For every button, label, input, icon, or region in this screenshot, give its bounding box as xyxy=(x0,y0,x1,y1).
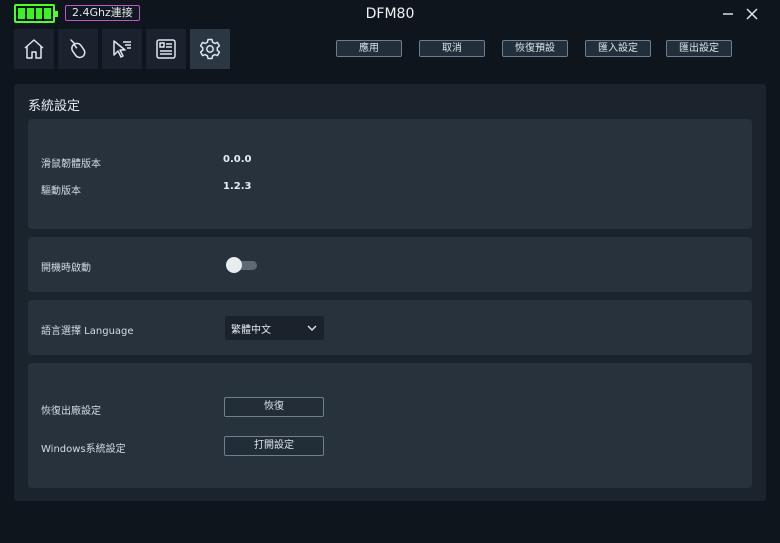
main-nav xyxy=(14,29,230,69)
nav-profile[interactable] xyxy=(146,29,186,69)
connection-badge: 2.4Ghz連接 xyxy=(65,5,140,21)
startup-card: 開機時啟動 xyxy=(28,237,752,292)
cursor-icon xyxy=(113,40,131,58)
nav-cursor[interactable] xyxy=(102,29,142,69)
factory-reset-button[interactable]: 恢復 xyxy=(224,397,324,417)
driver-value: 1.2.3 xyxy=(223,181,252,192)
nav-settings[interactable] xyxy=(190,29,230,69)
language-label: 語言選擇 Language xyxy=(41,326,134,337)
profile-card-icon xyxy=(156,39,176,59)
firmware-value: 0.0.0 xyxy=(223,154,252,165)
startup-toggle[interactable] xyxy=(226,257,259,273)
factory-reset-label: 恢復出廠設定 xyxy=(41,406,101,417)
version-card: 滑鼠韌體版本 0.0.0 驅動版本 1.2.3 xyxy=(28,119,752,229)
home-icon xyxy=(24,39,44,59)
reset-card: 恢復出廠設定 恢復 Windows系統設定 打開設定 xyxy=(28,363,752,488)
startup-label: 開機時啟動 xyxy=(41,263,91,274)
windows-settings-label: Windows系統設定 xyxy=(41,444,126,455)
battery-cell xyxy=(26,8,34,19)
language-selected-value: 繁體中文 xyxy=(231,325,271,336)
language-select[interactable]: 繁體中文 xyxy=(225,316,324,340)
firmware-label: 滑鼠韌體版本 xyxy=(41,159,101,170)
nav-mouse[interactable] xyxy=(58,29,98,69)
driver-label: 驅動版本 xyxy=(41,186,81,197)
settings-gear-icon xyxy=(199,38,221,60)
apply-button[interactable]: 應用 xyxy=(336,40,402,57)
battery-cell xyxy=(18,8,25,19)
toggle-knob xyxy=(226,257,242,273)
battery-indicator xyxy=(14,4,58,23)
restore-default-button[interactable]: 恢復預設 xyxy=(502,40,568,57)
action-bar: 應用 取消 恢復預設 匯入設定 匯出設定 xyxy=(336,40,732,57)
minimize-button[interactable] xyxy=(718,4,738,24)
battery-cell xyxy=(44,8,51,19)
nav-home[interactable] xyxy=(14,29,54,69)
cancel-button[interactable]: 取消 xyxy=(419,40,485,57)
panel-title: 系統設定 xyxy=(28,99,81,114)
app-window: 2.4Ghz連接 DFM80 應用 取消 恢復預設 匯入設定 匯出設定 系統設定… xyxy=(0,0,780,543)
open-windows-settings-button[interactable]: 打開設定 xyxy=(224,436,324,456)
minimize-icon xyxy=(723,13,733,15)
import-settings-button[interactable]: 匯入設定 xyxy=(585,40,651,57)
language-card: 語言選擇 Language 繁體中文 xyxy=(28,300,752,355)
chevron-down-icon xyxy=(307,325,317,331)
close-button[interactable] xyxy=(742,4,762,24)
system-settings-panel: 系統設定 滑鼠韌體版本 0.0.0 驅動版本 1.2.3 開機時啟動 語言選擇 … xyxy=(14,84,766,501)
close-icon xyxy=(746,8,758,20)
export-settings-button[interactable]: 匯出設定 xyxy=(666,40,732,57)
mouse-icon xyxy=(70,39,86,59)
battery-cell xyxy=(35,8,43,19)
